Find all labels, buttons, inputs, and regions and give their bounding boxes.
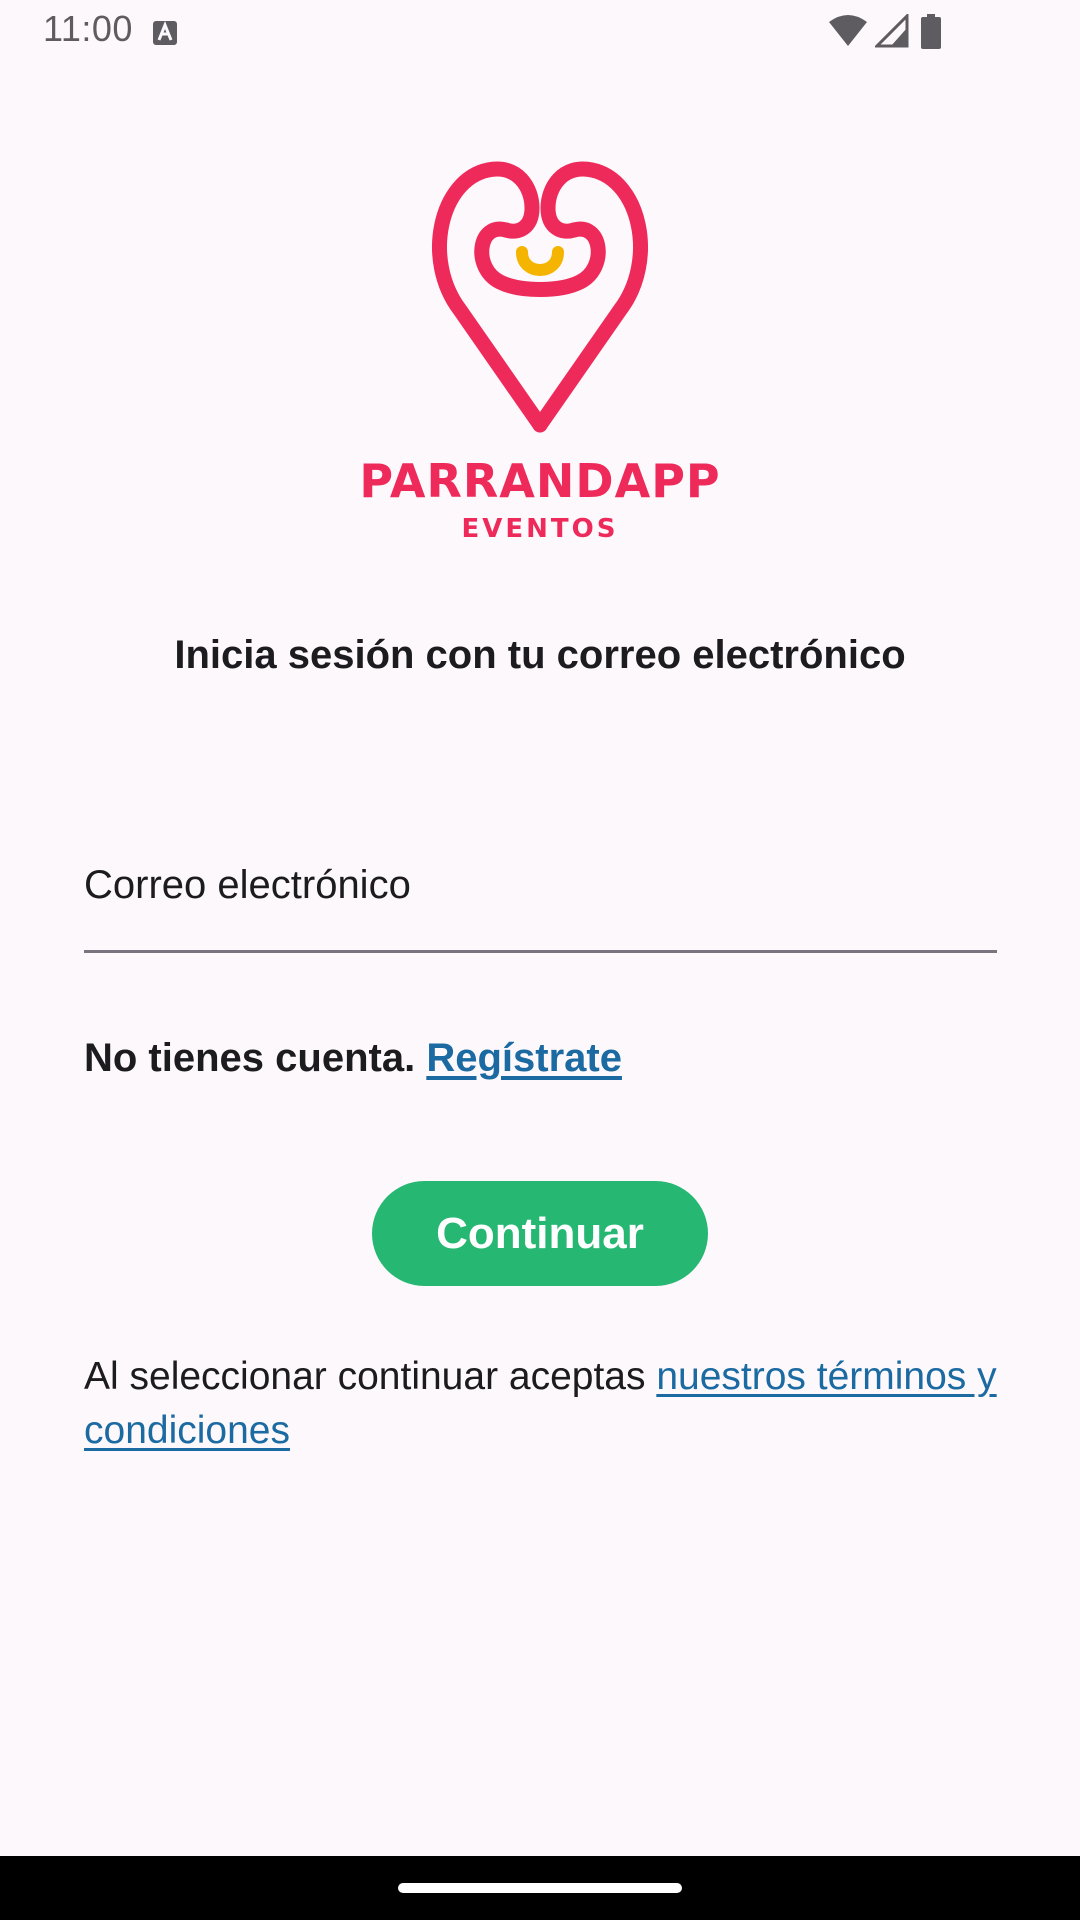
terms-notice: Al seleccionar continuar aceptas nuestro…: [84, 1350, 1004, 1458]
terms-prefix: Al seleccionar continuar aceptas: [84, 1355, 657, 1398]
email-underline: [84, 950, 997, 953]
parrandapp-logo: [360, 160, 720, 460]
no-account-text: No tienes cuenta.: [84, 1036, 416, 1080]
register-link[interactable]: Regístrate: [426, 1036, 622, 1080]
brand-subtitle: EVENTOS: [461, 514, 619, 544]
email-field[interactable]: [84, 820, 997, 954]
email-input[interactable]: [84, 820, 997, 950]
status-time: 11:00: [43, 8, 133, 49]
continue-button[interactable]: Continuar: [372, 1181, 708, 1286]
home-gesture-handle[interactable]: [398, 1883, 682, 1893]
brand-name: PARRANDAPP: [359, 454, 721, 508]
location-pin-logo-icon: [432, 161, 648, 433]
status-bar: 11:00: [0, 0, 1080, 62]
register-prompt: No tienes cuenta. Regístrate: [84, 1036, 622, 1081]
page-title: Inicia sesión con tu correo electrónico: [174, 633, 906, 677]
text-a-notification-icon: [152, 20, 178, 46]
